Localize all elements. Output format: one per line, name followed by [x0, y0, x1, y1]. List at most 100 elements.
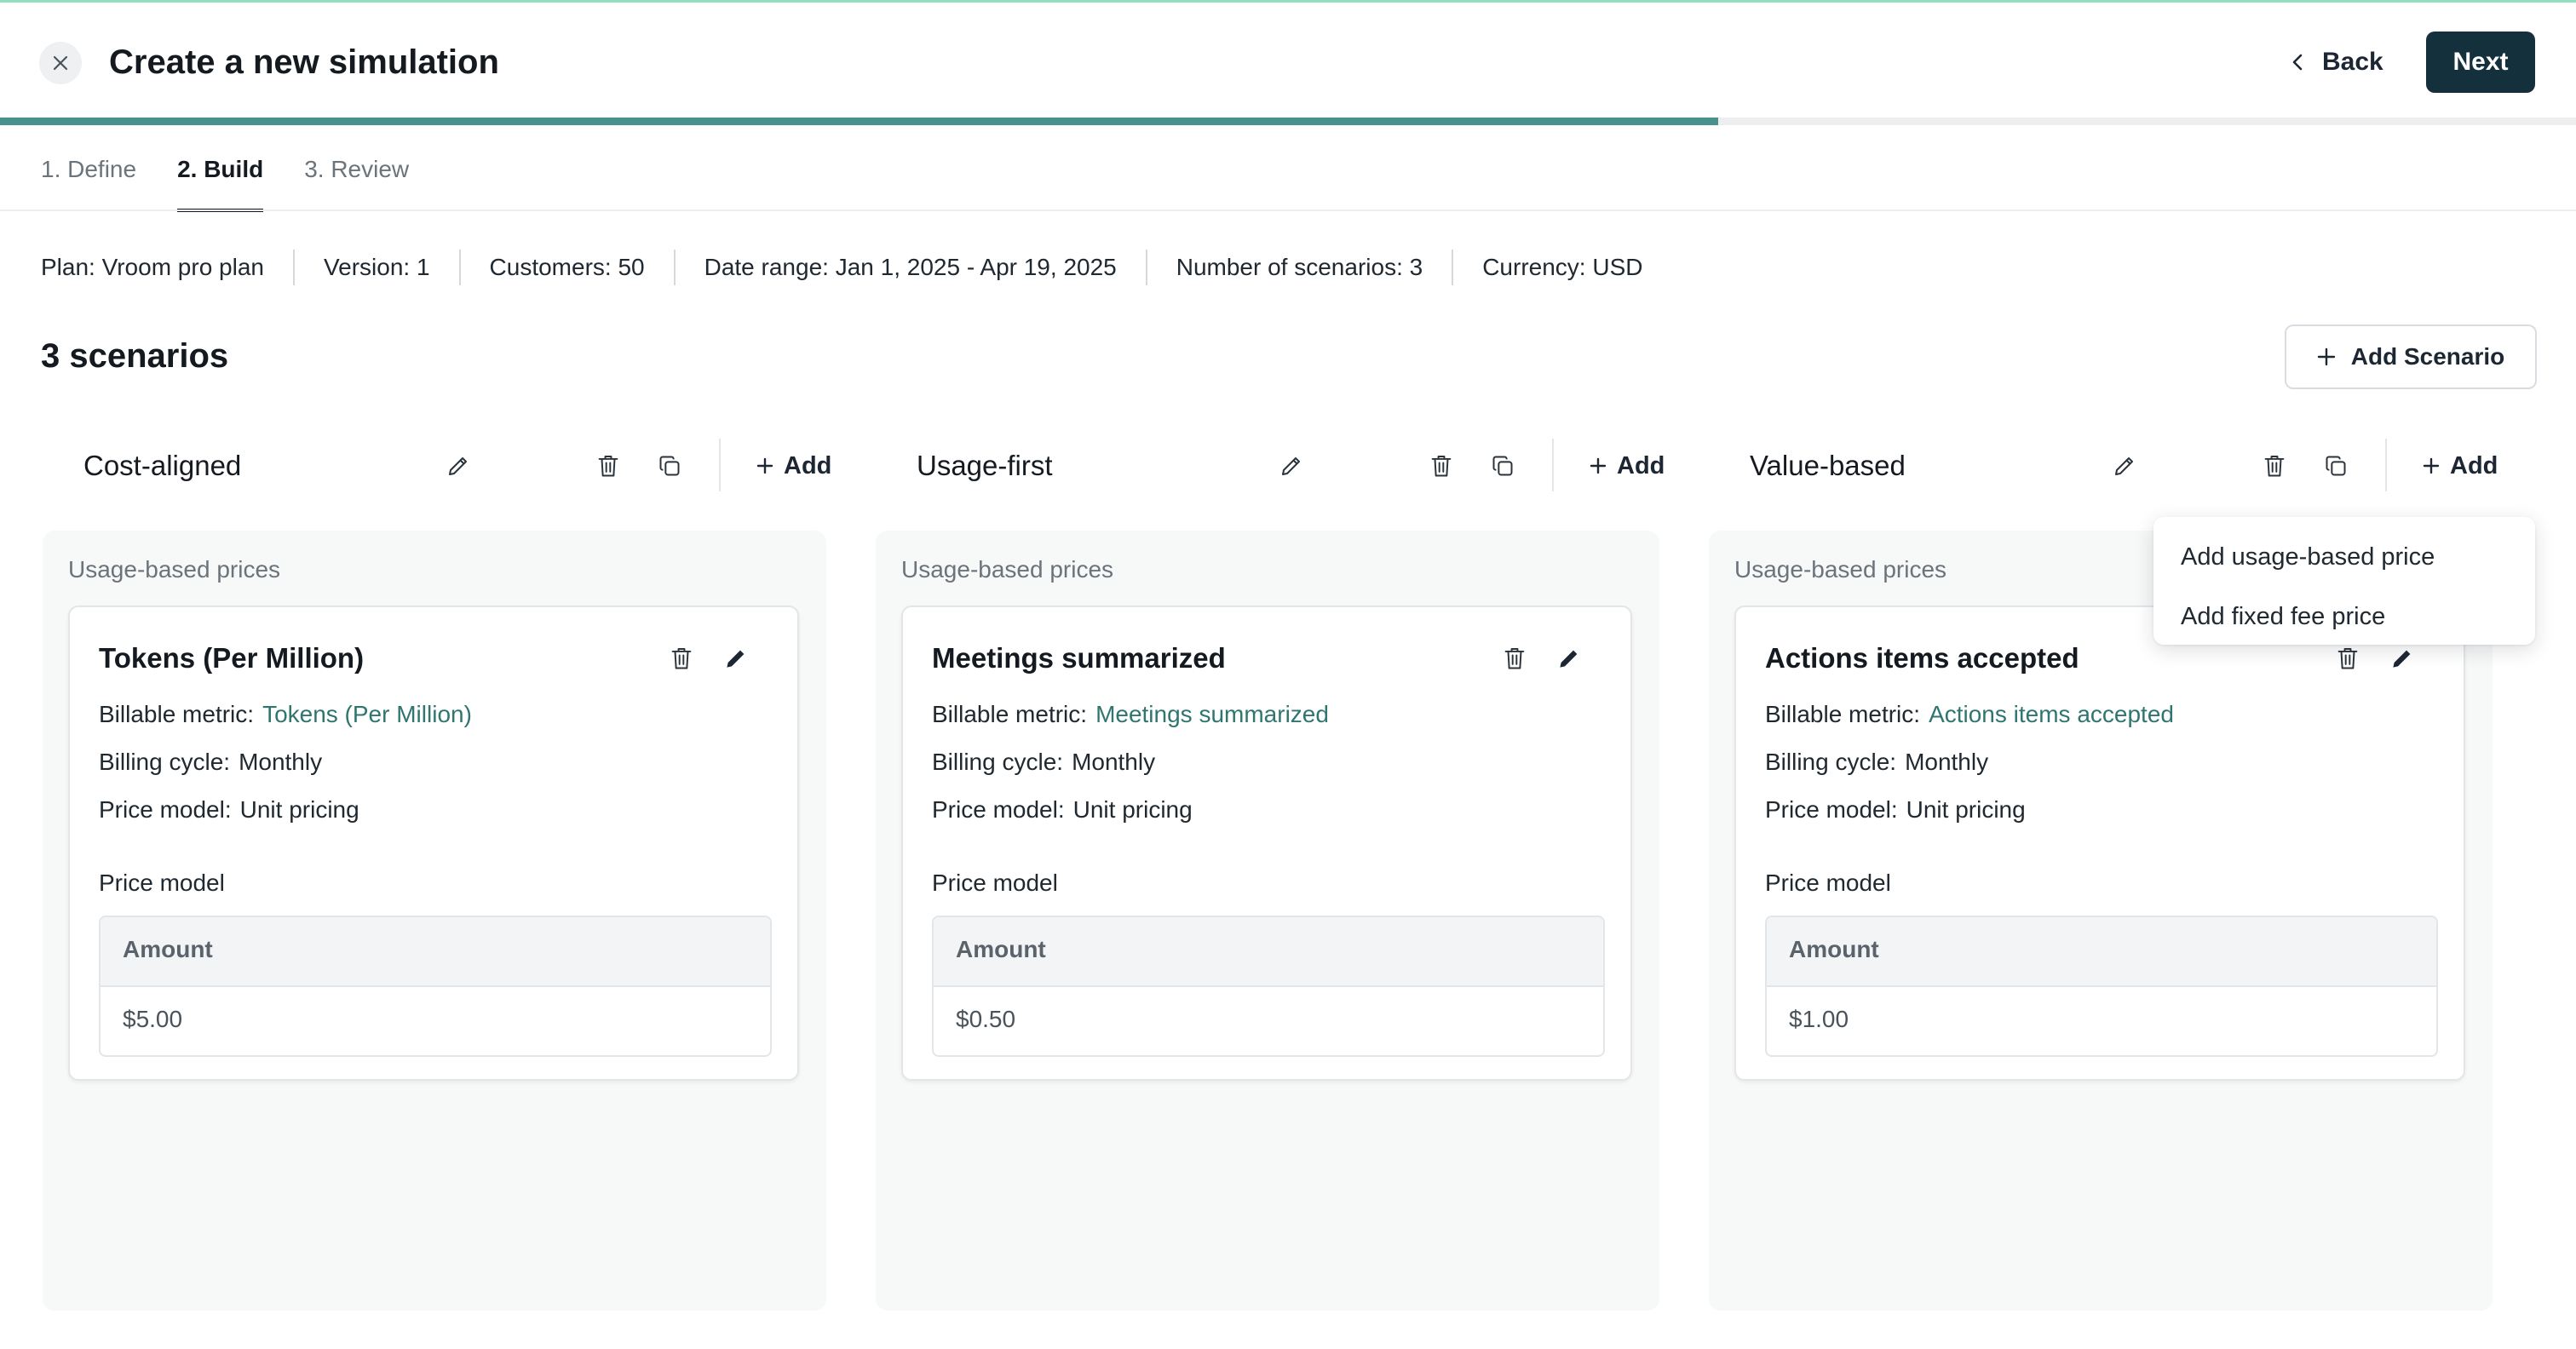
add-scenario-button[interactable]: Add Scenario	[2285, 324, 2537, 389]
billing-cycle-value: Monthly	[1072, 749, 1156, 775]
billable-metric-row: Billable metric: Actions items accepted	[1765, 697, 2174, 732]
add-label: Add	[784, 451, 832, 479]
plus-icon	[2317, 347, 2335, 366]
price-model-row: Price model: Unit pricing	[99, 793, 359, 827]
edit-price-button[interactable]	[1550, 640, 1588, 677]
plus-icon	[2423, 457, 2440, 474]
scenarios-heading: 3 scenarios	[41, 337, 229, 375]
billing-cycle-label: Billing cycle:	[932, 749, 1064, 775]
page-title: Create a new simulation	[109, 43, 499, 81]
scenario-header: Value-based Add	[1709, 428, 2498, 503]
billing-cycle-row: Billing cycle: Monthly	[99, 745, 322, 779]
billable-metric-row: Billable metric: Tokens (Per Million)	[99, 697, 472, 732]
amount-value: $0.50	[956, 1006, 1016, 1032]
plus-icon	[1590, 457, 1607, 474]
billing-cycle-value: Monthly	[239, 749, 323, 775]
billable-metric-link[interactable]: Meetings summarized	[1095, 701, 1329, 727]
amount-header: Amount	[934, 917, 1603, 987]
pencil-icon	[1282, 457, 1300, 475]
scenario-body: Usage-based prices Tokens (Per Million) …	[43, 531, 826, 1311]
section-label: Usage-based prices	[68, 556, 281, 583]
tab-review[interactable]: 3. Review	[304, 139, 409, 212]
tab-define[interactable]: 1. Define	[41, 139, 136, 212]
scenario-header: Usage-first Add	[876, 428, 1665, 503]
amount-table: Amount $0.50	[932, 916, 1605, 1057]
delete-price-button[interactable]	[1496, 640, 1533, 677]
scenario-column-cost-aligned: Cost-aligned Add Usage-based prices Toke…	[43, 428, 831, 1311]
menu-item-add-usage-based-price[interactable]: Add usage-based price	[2153, 527, 2535, 587]
price-model-value: Unit pricing	[1072, 796, 1193, 823]
copy-icon	[1492, 456, 1513, 476]
billable-metric-link[interactable]: Tokens (Per Million)	[262, 701, 472, 727]
scenario-name: Value-based	[1750, 450, 1906, 481]
duplicate-scenario-button[interactable]	[1484, 447, 1521, 485]
summary-version: Version: 1	[293, 250, 459, 285]
add-scenario-label: Add Scenario	[2350, 343, 2505, 370]
add-price-button[interactable]: Add	[1590, 447, 1665, 485]
price-model-row: Price model: Unit pricing	[1765, 793, 2026, 827]
trash-icon	[671, 648, 692, 669]
pencil-icon	[727, 650, 745, 668]
next-button[interactable]: Next	[2426, 32, 2535, 93]
delete-scenario-button[interactable]	[589, 447, 627, 485]
amount-header: Amount	[1767, 917, 2436, 987]
delete-price-button[interactable]	[663, 640, 700, 677]
pencil-icon	[449, 457, 467, 475]
duplicate-scenario-button[interactable]	[2317, 447, 2355, 485]
edit-scenario-button[interactable]	[1273, 447, 1310, 485]
summary-date-range: Date range: Jan 1, 2025 - Apr 19, 2025	[673, 250, 1146, 285]
edit-scenario-button[interactable]	[440, 447, 477, 485]
close-button[interactable]	[39, 42, 82, 84]
delete-scenario-button[interactable]	[1423, 447, 1460, 485]
add-label: Add	[1617, 451, 1665, 479]
duplicate-scenario-button[interactable]	[651, 447, 688, 485]
price-model-label: Price model:	[1765, 796, 1898, 823]
price-model-value: Unit pricing	[239, 796, 359, 823]
price-model-value: Unit pricing	[1906, 796, 2026, 823]
add-label: Add	[2450, 451, 2498, 479]
summary-scenarios: Number of scenarios: 3	[1145, 250, 1452, 285]
billable-metric-label: Billable metric:	[1765, 701, 1921, 727]
step-tabs: 1. Define 2. Build 3. Review	[41, 139, 409, 212]
section-label: Usage-based prices	[1734, 556, 1947, 583]
billable-metric-link[interactable]: Actions items accepted	[1929, 701, 2174, 727]
add-price-button[interactable]: Add	[756, 447, 831, 485]
summary-customers: Customers: 50	[458, 250, 674, 285]
amount-table: Amount $5.00	[99, 916, 772, 1057]
billing-cycle-label: Billing cycle:	[99, 749, 231, 775]
scenario-body: Usage-based prices Meetings summarized B…	[876, 531, 1659, 1311]
progress-fill	[0, 118, 1718, 125]
billable-metric-label: Billable metric:	[932, 701, 1088, 727]
simulation-summary: Plan: Vroom pro plan Version: 1 Customer…	[41, 250, 1671, 285]
trash-icon	[1431, 456, 1452, 477]
add-price-button[interactable]: Add	[2423, 447, 2498, 485]
tab-build[interactable]: 2. Build	[177, 139, 264, 212]
price-card: Actions items accepted Billable metric: A…	[1734, 606, 2465, 1081]
menu-item-add-fixed-fee-price[interactable]: Add fixed fee price	[2153, 587, 2535, 646]
delete-scenario-button[interactable]	[2256, 447, 2293, 485]
section-label: Usage-based prices	[901, 556, 1114, 583]
amount-value: $1.00	[1789, 1006, 1849, 1032]
close-icon	[53, 55, 68, 71]
scenario-body: Usage-based prices Actions items accepte…	[1709, 531, 2493, 1311]
scenario-name: Cost-aligned	[83, 450, 242, 481]
edit-price-button[interactable]	[717, 640, 755, 677]
trash-icon	[1504, 648, 1525, 669]
price-model-heading: Price model	[932, 870, 1058, 896]
summary-currency: Currency: USD	[1452, 250, 1671, 285]
summary-plan: Plan: Vroom pro plan	[41, 254, 264, 280]
header-separator	[1552, 439, 1554, 491]
price-model-heading: Price model	[1765, 870, 1891, 896]
scenario-column-usage-first: Usage-first Add Usage-based prices Meeti…	[876, 428, 1665, 1311]
edit-scenario-button[interactable]	[2106, 447, 2143, 485]
billable-metric-label: Billable metric:	[99, 701, 255, 727]
header-separator	[719, 439, 721, 491]
price-model-heading: Price model	[99, 870, 225, 896]
amount-value: $5.00	[123, 1006, 183, 1032]
scenario-header: Cost-aligned Add	[43, 428, 831, 503]
back-button[interactable]: Back	[2266, 35, 2409, 89]
pencil-icon	[2115, 457, 2133, 475]
price-model-label: Price model:	[99, 796, 232, 823]
simulation-window: Create a new simulation Back Next 1. Def…	[0, 0, 2576, 1349]
trash-icon	[598, 456, 618, 477]
